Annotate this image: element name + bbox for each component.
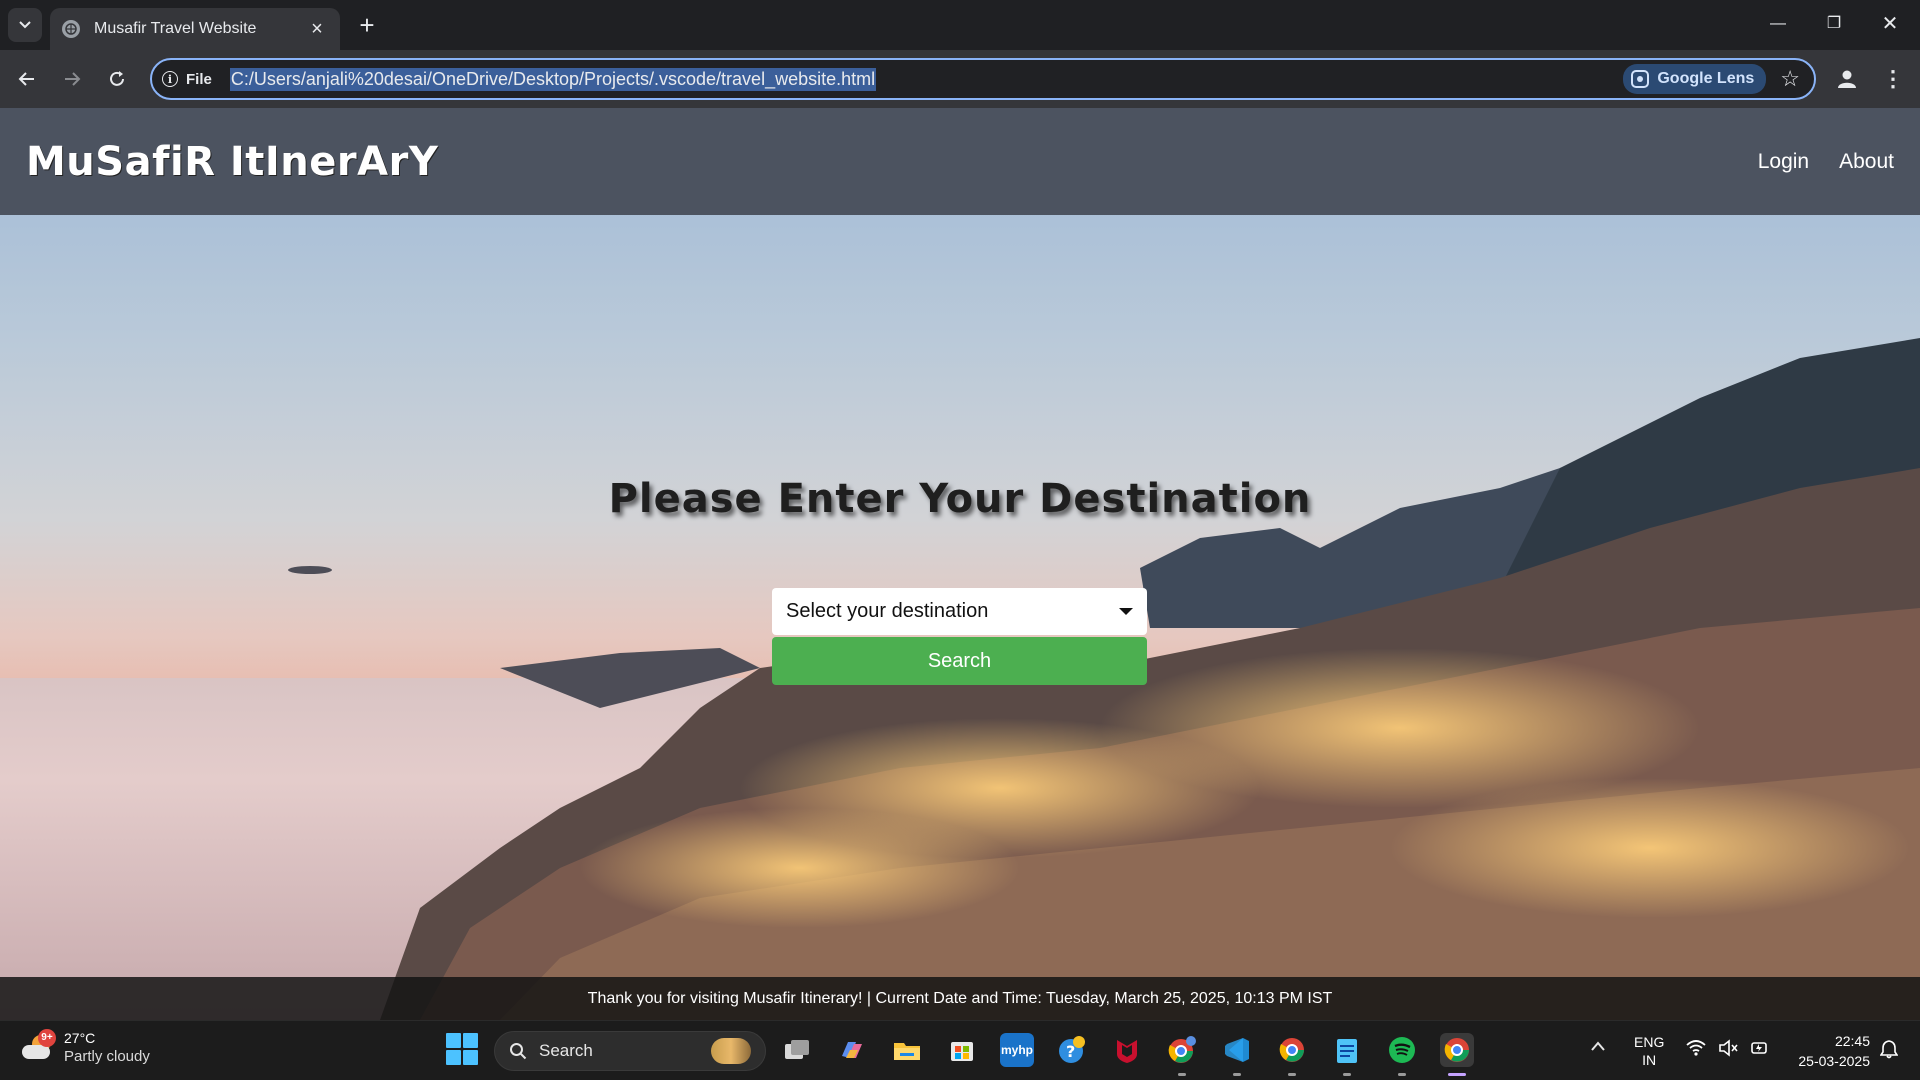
site-header: MuSafiR ItInerArY Login About — [0, 108, 1920, 215]
search-button[interactable]: Search — [772, 637, 1147, 685]
myhp-icon[interactable]: myhp — [1000, 1033, 1034, 1067]
microsoft-store-icon[interactable] — [945, 1033, 979, 1067]
minimize-icon[interactable]: — — [1750, 6, 1806, 42]
spotify-icon[interactable] — [1385, 1033, 1419, 1067]
hero-background — [0, 108, 1920, 1020]
address-bar[interactable]: i File C:/Users/anjali%20desai/OneDrive/… — [150, 58, 1816, 100]
lens-icon — [1631, 70, 1650, 88]
star-icon[interactable]: ☆ — [1780, 66, 1800, 92]
clock-time: 22:45 — [1834, 1033, 1870, 1049]
windows-taskbar: 9+ 27°C Partly cloudy Search myhp ? ENG … — [0, 1020, 1920, 1080]
site-info-chip[interactable]: i File — [162, 71, 212, 88]
url-text[interactable]: C:/Users/anjali%20desai/OneDrive/Desktop… — [229, 67, 877, 91]
running-indicator — [1343, 1073, 1351, 1076]
google-lens-button[interactable]: Google Lens — [1623, 64, 1767, 94]
chrome-profile-icon[interactable] — [1165, 1033, 1199, 1067]
chevron-up-icon[interactable] — [1590, 1039, 1606, 1057]
chevron-down-icon — [1119, 608, 1133, 615]
search-icon — [510, 1043, 527, 1060]
browser-toolbar: i File C:/Users/anjali%20desai/OneDrive/… — [0, 50, 1920, 108]
chrome-active-icon[interactable] — [1440, 1033, 1474, 1067]
browser-tabstrip: Musafir Travel Website × + — ❐ ✕ — [0, 0, 1920, 50]
plus-icon[interactable]: + — [352, 10, 382, 40]
tab-title: Musafir Travel Website — [94, 20, 257, 37]
running-indicator — [1398, 1073, 1406, 1076]
taskbar-search[interactable]: Search — [494, 1031, 766, 1071]
mcafee-icon[interactable] — [1110, 1033, 1144, 1067]
running-indicator — [1288, 1073, 1296, 1076]
running-indicator — [1178, 1073, 1186, 1076]
weather-temp: 27°C — [64, 1030, 96, 1046]
tab-search-button[interactable] — [8, 8, 42, 42]
system-clock[interactable]: 22:45 25-03-2025 — [1786, 1031, 1870, 1071]
volume-muted-icon — [1719, 1039, 1738, 1057]
language-bottom: IN — [1642, 1052, 1657, 1068]
battery-charging-icon — [1751, 1042, 1767, 1054]
page-viewport: MuSafiR ItInerArY Login About Please Ent… — [0, 108, 1920, 1020]
weather-desc: Partly cloudy — [64, 1048, 150, 1065]
globe-icon — [62, 20, 80, 38]
page-headline: Please Enter Your Destination — [608, 476, 1312, 522]
wifi-icon — [1686, 1040, 1706, 1056]
language-indicator[interactable]: ENG IN — [1634, 1033, 1664, 1069]
destination-select[interactable]: Select your destination — [772, 588, 1147, 635]
system-tray[interactable] — [1686, 1039, 1770, 1057]
site-logo[interactable]: MuSafiR ItInerArY — [26, 139, 438, 185]
nav-login-link[interactable]: Login — [1758, 150, 1809, 174]
footer-text: Thank you for visiting Musafir Itinerary… — [587, 989, 1333, 1007]
reload-icon[interactable] — [100, 62, 134, 96]
screen: Musafir Travel Website × + — ❐ ✕ i File … — [0, 0, 1920, 1080]
active-tab[interactable]: Musafir Travel Website × — [50, 8, 340, 50]
task-view-icon[interactable] — [780, 1033, 814, 1067]
weather-text: 27°C Partly cloudy — [64, 1029, 150, 1067]
forward-arrow-icon[interactable] — [55, 62, 89, 96]
vscode-icon[interactable] — [1220, 1033, 1254, 1067]
restore-icon[interactable]: ❐ — [1806, 6, 1862, 42]
active-indicator — [1448, 1073, 1466, 1076]
tab-search-icon — [19, 21, 31, 29]
chrome-icon[interactable] — [1275, 1033, 1309, 1067]
running-indicator — [1233, 1073, 1241, 1076]
weather-widget[interactable]: 9+ 27°C Partly cloudy — [22, 1029, 150, 1067]
get-help-icon[interactable]: ? — [1055, 1033, 1089, 1067]
back-arrow-icon[interactable] — [10, 62, 44, 96]
lens-label: Google Lens — [1657, 70, 1755, 87]
language-top: ENG — [1634, 1034, 1665, 1050]
window-close-icon[interactable]: ✕ — [1862, 6, 1918, 42]
kebab-menu-icon[interactable]: ⋮ — [1876, 62, 1910, 96]
notepad-icon[interactable] — [1330, 1033, 1364, 1067]
nav-about-link[interactable]: About — [1839, 150, 1894, 174]
partly-cloudy-icon: 9+ — [22, 1029, 56, 1063]
notification-bell-icon[interactable] — [1879, 1039, 1899, 1064]
copilot-icon[interactable] — [835, 1033, 869, 1067]
weather-badge: 9+ — [38, 1029, 56, 1047]
coastal-town-illustration — [288, 338, 1920, 1020]
file-explorer-icon[interactable] — [890, 1033, 924, 1067]
windows-start-icon[interactable] — [446, 1033, 478, 1065]
taskbar-search-label: Search — [539, 1041, 593, 1060]
destination-select-value: Select your destination — [786, 600, 989, 622]
close-icon[interactable]: × — [306, 18, 328, 41]
clock-date: 25-03-2025 — [1798, 1053, 1870, 1069]
profile-icon[interactable] — [1830, 62, 1864, 96]
site-footer: Thank you for visiting Musafir Itinerary… — [0, 977, 1920, 1020]
search-highlight-icon — [711, 1038, 751, 1064]
site-chip-label: File — [186, 70, 212, 88]
info-icon: i — [162, 71, 178, 87]
